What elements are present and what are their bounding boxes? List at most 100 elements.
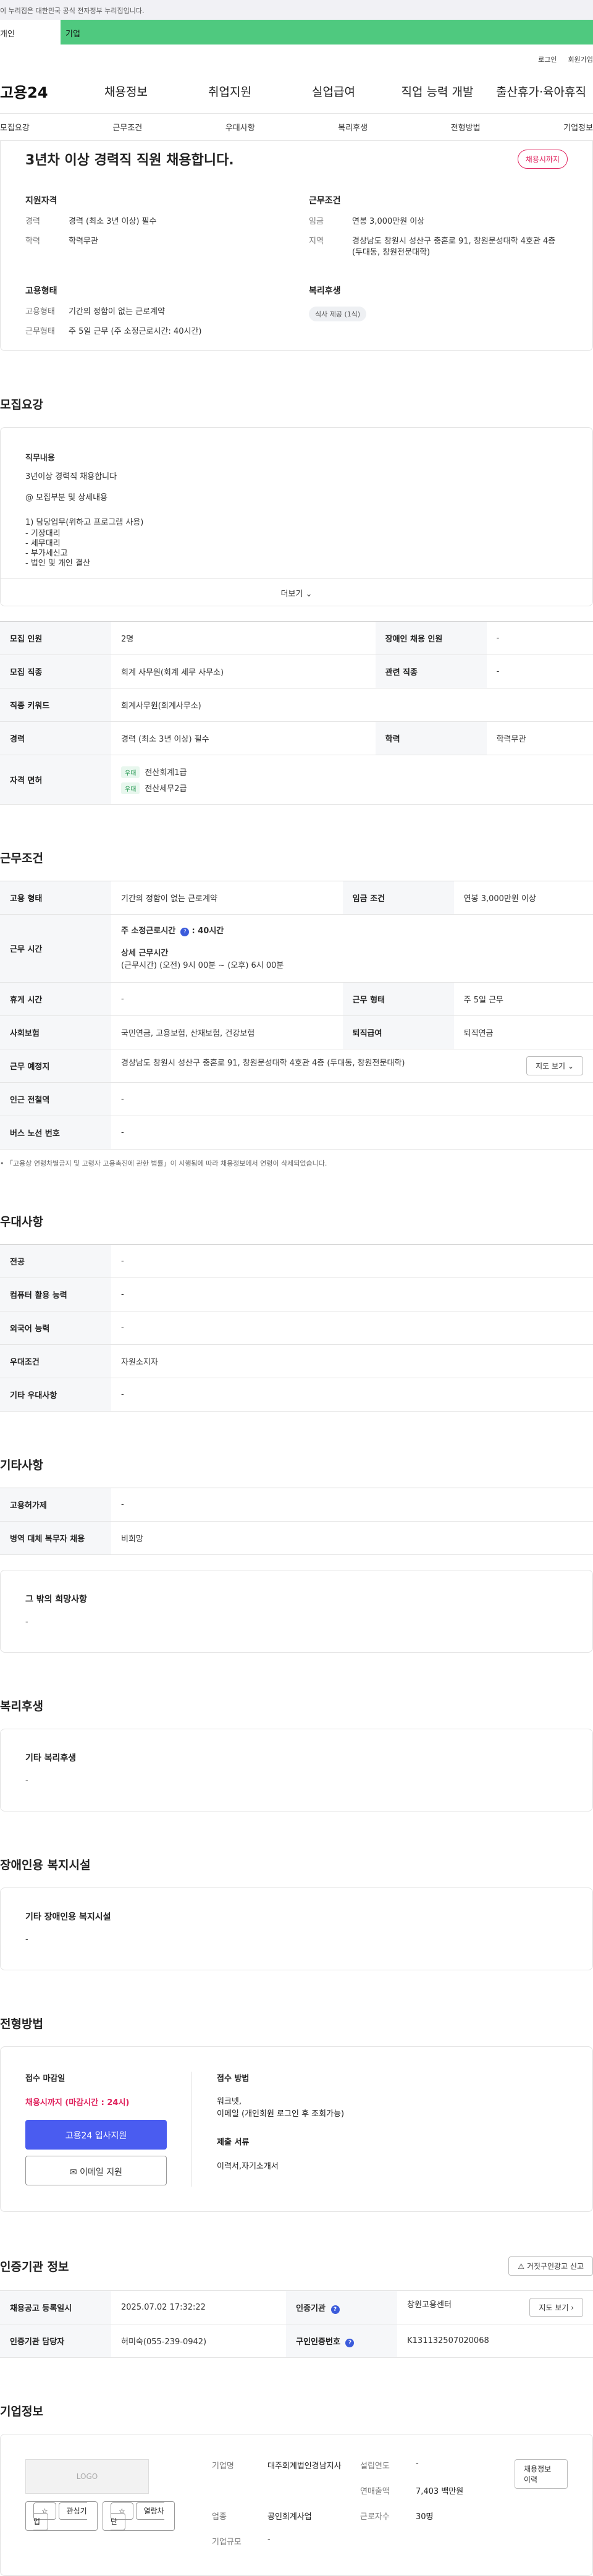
age-note: • 「고용상 연령차별금지 및 고령자 고용촉진에 관한 법률」이 시행됨에 따… xyxy=(0,1159,327,1167)
company-name-label: 기업명 xyxy=(211,2462,234,2471)
detail-list-item: - 세무대리 xyxy=(25,539,61,548)
pref-table: 전공 - 컴퓨터 활용 능력 - 외국어 능력 - 우대조건 자원소지자 기타 우대사항… xyxy=(0,1244,593,1412)
table-row: 고용 형태 기간의 정함이 없는 근로계약 임금 조건 연봉 3,000만원 이상 xyxy=(0,881,593,915)
job-detail-card: 직무내용 3년이상 경력직 채용합니다 @ 모집부분 및 상세내용 1) 담당업… xyxy=(0,427,593,606)
detail-label: 직무내용 xyxy=(25,454,55,463)
company-name: 대주회계법인경남지사 xyxy=(267,2462,342,2471)
deadline-badge: 채용시까지 xyxy=(517,149,568,169)
welfare-title: 복리후생 xyxy=(309,286,341,296)
tab-enterprise[interactable]: 기업 xyxy=(61,20,593,44)
detail-line: 1) 담당업무(위하고 프로그램 사용) xyxy=(25,518,144,527)
table-row: 외국어 능력 - xyxy=(0,1311,593,1345)
more-button[interactable]: 더보기 ⌄ xyxy=(1,578,592,606)
welfare-chip: 식사 제공 (1식) xyxy=(309,307,367,321)
hours-main-value: : 40시간 xyxy=(191,926,224,936)
table-row: 자격 면허 우대 전산회계1급 우대 전산세무2급 xyxy=(0,755,593,805)
box-value: - xyxy=(25,1617,28,1627)
etc-title: 기타사항 xyxy=(0,1459,43,1472)
qual-label: 경력 xyxy=(25,217,40,226)
gov-banner: 이 누리집은 대한민국 공식 전자정부 누리집입니다. xyxy=(0,0,593,20)
employees-label: 근로자수 xyxy=(360,2512,390,2522)
hours-sub-label: 상세 근무시간 xyxy=(121,948,169,958)
job-history-button[interactable]: 채용정보 이력 xyxy=(514,2459,568,2489)
detail-list-item: - 부가세신고 xyxy=(25,549,68,558)
table-row: 채용공고 등록일시 2025.07.02 17:32:22 인증기관 ? 창원고용센터… xyxy=(0,2290,593,2324)
table-row: 모집 직종 회계 사무원(회계 세무 사무소) 관련 직종 - xyxy=(0,655,593,688)
cond-label: 지역 xyxy=(309,237,324,246)
detail-line: @ 모집부분 및 상세내용 xyxy=(25,493,108,502)
hours-detail: (근무시간) (오전) 9시 00분 ~ (오후) 6시 00분 xyxy=(121,960,284,970)
apply-card: 접수 마감일 채용시까지 (마감시간 : 24시) 고용24 입사지원 ✉ 이메… xyxy=(0,2046,593,2212)
apply-button[interactable]: 고용24 입사지원 xyxy=(25,2120,167,2150)
gnb-jobs[interactable]: 채용정보 xyxy=(74,83,178,100)
anchor-pref[interactable]: 우대사항 xyxy=(225,121,255,133)
work-title: 근무조건 xyxy=(0,852,43,865)
chevron-down-icon: ⌄ xyxy=(305,590,313,599)
email-apply-button[interactable]: ✉ 이메일 지원 xyxy=(25,2156,167,2185)
anchor-tabs: 모집요강 근무조건 우대사항 복리후생 전형방법 기업정보 xyxy=(0,114,593,141)
table-row: 컴퓨터 활용 능력 - xyxy=(0,1277,593,1311)
help-icon[interactable]: ? xyxy=(345,2338,355,2347)
table-row: 직종 키워드 회계사무원(회계사무소) xyxy=(0,688,593,722)
login-link[interactable]: 로그인 xyxy=(538,54,557,69)
report-button[interactable]: ⚠ 거짓구인광고 신고 xyxy=(508,2256,593,2276)
table-row: 고용허가제 - xyxy=(0,1488,593,1522)
deadline-label: 접수 마감일 xyxy=(25,2074,65,2083)
agency-title: 인증기관 정보 xyxy=(0,2260,69,2274)
table-row: 경력 경력 (최소 3년 이상) 필수 학력 학력무관 xyxy=(0,721,593,755)
box-value: - xyxy=(25,1935,28,1944)
summary-card: 3년차 이상 경력직 직원 채용합니다. 채용시까지 지원자격 경력 경력 (최소… xyxy=(0,141,593,351)
license-item: 전산세무2급 xyxy=(145,784,187,794)
signup-link[interactable]: 회원가입 xyxy=(568,54,593,69)
facility-box: 기타 장애인용 복지시설 - xyxy=(0,1888,593,1970)
license-item: 전산회계1급 xyxy=(145,768,187,777)
hours-main-label: 주 소정근로시간 xyxy=(121,926,176,936)
gnb-employment-support[interactable]: 취업지원 xyxy=(178,83,282,100)
table-row: 사회보험 국민연금, 고용보험, 산재보험, 건강보험 퇴직급여 퇴직연금 xyxy=(0,1015,593,1049)
size-label: 기업규모 xyxy=(211,2538,242,2547)
qual-label: 학력 xyxy=(25,237,40,246)
method-value: 워크넷, xyxy=(217,2097,242,2106)
anchor-welfare[interactable]: 복리후생 xyxy=(338,121,368,133)
gnb-parental-leave[interactable]: 출산휴가·육아휴직 xyxy=(489,83,593,100)
favorite-button[interactable]: ☆ 관심기업 xyxy=(25,2501,98,2531)
job-title: 3년차 이상 경력직 직원 채용합니다. xyxy=(25,153,234,168)
emp-title: 고용형태 xyxy=(25,286,57,296)
est-label: 설립연도 xyxy=(360,2462,390,2471)
map-button[interactable]: 지도 보기 ⌄ xyxy=(526,1056,583,1075)
table-row: 인증기관 담당자 허미숙(055-239-0942) 구인인증번호 ? K131132… xyxy=(0,2324,593,2358)
anchor-company[interactable]: 기업정보 xyxy=(563,121,593,133)
anchor-work[interactable]: 근무조건 xyxy=(112,121,142,133)
etc-box: 그 밖의 희망사항 - xyxy=(0,1570,593,1653)
method-label: 접수 방법 xyxy=(217,2074,250,2083)
cond-title: 근무조건 xyxy=(309,196,341,206)
agency-map-button[interactable]: 지도 보기 › xyxy=(529,2298,583,2317)
anchor-recruit[interactable]: 모집요강 xyxy=(0,121,30,133)
company-title: 기업정보 xyxy=(0,2405,43,2418)
gnb-training[interactable]: 직업 능력 개발 xyxy=(385,83,489,100)
site-logo[interactable]: 고용24 xyxy=(0,80,74,102)
gnb-unemployment[interactable]: 실업급여 xyxy=(282,83,385,100)
qual-value: 경력 (최소 3년 이상) 필수 xyxy=(69,217,157,226)
anchor-selection[interactable]: 전형방법 xyxy=(451,121,481,133)
table-row: 전공 - xyxy=(0,1244,593,1278)
cond-label: 임금 xyxy=(309,217,324,226)
box-title: 기타 장애인용 복지시설 xyxy=(25,1912,111,1922)
help-icon[interactable]: ? xyxy=(180,927,190,936)
size-value: - xyxy=(267,2535,271,2544)
emp-value: 기간의 정함이 없는 근로계약 xyxy=(69,307,165,316)
selection-title: 전형방법 xyxy=(0,2017,43,2031)
deadline-value: 채용시까지 (마감시간 : 24시) xyxy=(25,2098,130,2108)
table-row: 인근 전철역 - xyxy=(0,1082,593,1116)
table-row: 기타 우대사항 - xyxy=(0,1378,593,1412)
work-location: 경상남도 창원시 성산구 충혼로 91, 창원문성대학 4호관 4층 (두대동,… xyxy=(121,1059,405,1068)
tab-individual[interactable]: 개인 xyxy=(0,20,61,44)
pref-tag: 우대 xyxy=(121,782,140,794)
est-value: - xyxy=(415,2459,419,2468)
pref-tag: 우대 xyxy=(121,766,140,778)
employees-value: 30명 xyxy=(415,2512,434,2522)
block-button[interactable]: ☆ 열람차단 xyxy=(102,2501,175,2531)
help-icon[interactable]: ? xyxy=(330,2305,340,2314)
table-row: 버스 노선 번호 - xyxy=(0,1116,593,1150)
box-title: 그 밖의 희망사항 xyxy=(25,1595,87,1604)
